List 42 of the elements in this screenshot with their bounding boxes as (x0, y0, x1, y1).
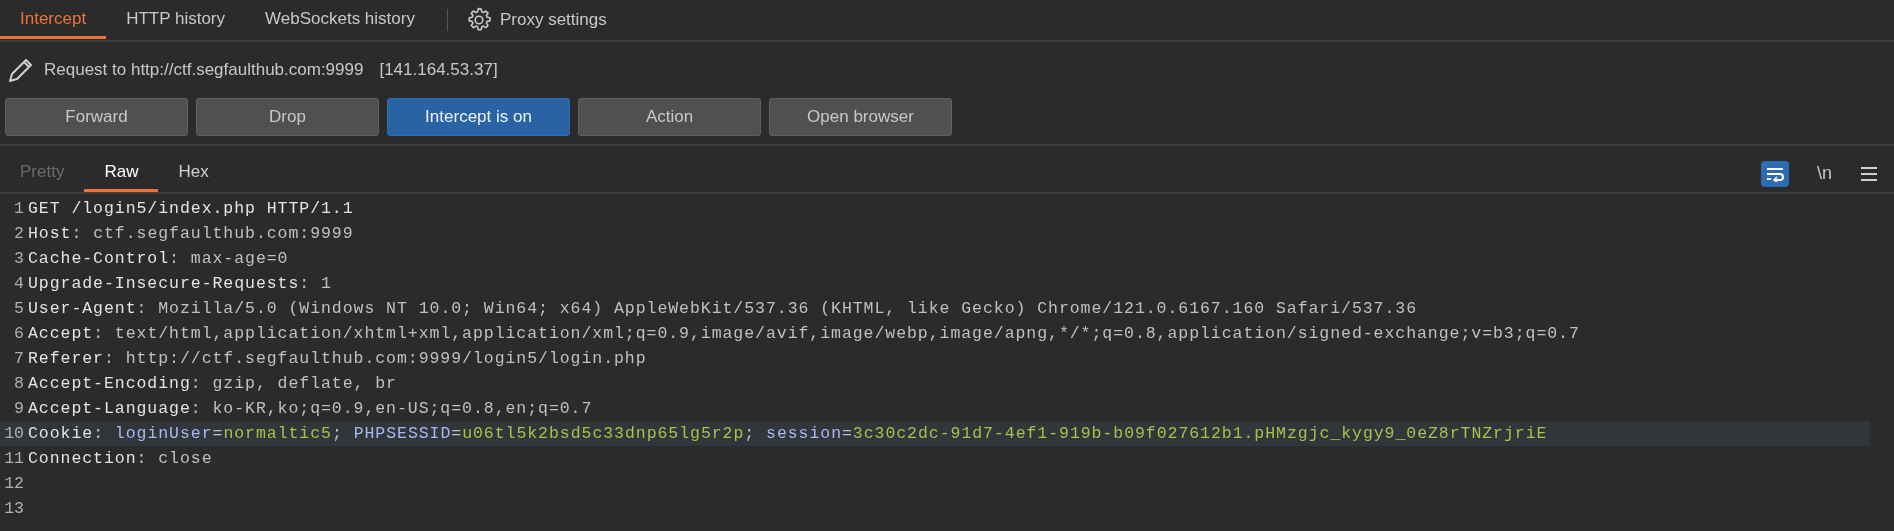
line-number: 3 (13, 248, 25, 270)
code-line: Accept-Encoding: gzip, deflate, br (27, 373, 397, 395)
action-button[interactable]: Forward (5, 98, 188, 136)
proxy-tab[interactable]: WebSockets history (245, 1, 435, 39)
settings-icon (465, 7, 492, 33)
code-line: Accept: text/html,application/xhtml+xml,application/xml;q=0.9,image/avif,image/webp,image/apng,*/*;q=0.8,application/signed-exchange;v=b3;q=0.7 (27, 323, 1580, 345)
menu-icon[interactable] (1860, 165, 1878, 182)
code-line: User-Agent: Mozilla/5.0 (Windows NT 10.0; Win64; x64) AppleWebKit/537.36 (KHTML, like Gecko) Chrome/121.0.6167.160 Safari/537.36 (27, 298, 1418, 320)
newline-toggle[interactable]: \n (1813, 160, 1836, 187)
request-ip: [141.164.53.37] (379, 59, 498, 82)
line-number: 13 (3, 498, 25, 520)
proxy-tab[interactable]: Intercept (0, 1, 107, 39)
code-line: Connection: close (27, 448, 213, 470)
line-number: 4 (13, 273, 25, 295)
editor-tab[interactable]: Raw (84, 155, 159, 192)
wrap-icon (1765, 165, 1785, 182)
code-line: Host: ctf.segfaulthub.com:9999 (27, 223, 354, 245)
line-number: 2 (13, 223, 25, 245)
request-target: Request to http://ctf.segfaulthub.com:9999 (44, 59, 364, 82)
line-number: 5 (13, 298, 25, 320)
line-number: 6 (13, 323, 25, 345)
line-number: 10 (3, 423, 25, 445)
line-number: 9 (13, 398, 25, 420)
action-button[interactable]: Drop (196, 98, 379, 136)
action-button[interactable]: Open browser (769, 98, 952, 136)
line-number: 7 (13, 348, 25, 370)
action-button[interactable]: Intercept is on (387, 98, 570, 136)
wrap-button[interactable] (1761, 160, 1789, 187)
action-button[interactable]: Action (578, 98, 761, 136)
code-line: Cache-Control: max-age=0 (27, 248, 289, 270)
proxy-tab[interactable]: HTTP history (106, 1, 246, 39)
line-number: 1 (13, 198, 25, 220)
editor-tab[interactable]: Hex (158, 155, 229, 192)
line-number: 12 (3, 473, 25, 495)
code-line: Cookie: loginUser=normaltic5; PHPSESSID=u06tl5k2bsd5c33dnp65lg5r2p; session=3c30c2dc-91d7-4ef1-919b-b09f027612b1.pHMzgjc_kygy9_0eZ8rTNZrjriE (27, 423, 1548, 445)
code-line: GET /login5/index.php HTTP/1.1 (27, 198, 354, 220)
line-number: 8 (13, 373, 25, 395)
code-line: Referer: http://ctf.segfaulthub.com:9999/login5/login.php (27, 348, 647, 370)
code-line: Upgrade-Insecure-Requests: 1 (27, 273, 332, 295)
line-number: 11 (3, 448, 25, 470)
proxy-settings-button[interactable]: Proxy settings (459, 7, 613, 33)
code-line: Accept-Language: ko-KR,ko;q=0.9,en-US;q=0.8,en;q=0.7 (27, 398, 593, 420)
